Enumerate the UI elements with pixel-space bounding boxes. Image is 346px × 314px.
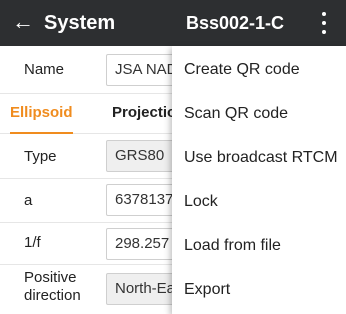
menu-item-lock[interactable]: Lock: [172, 180, 346, 224]
menu-item-load-from-file[interactable]: Load from file: [172, 224, 346, 268]
device-name: Bss002-1-C: [186, 13, 285, 33]
menu-item-export[interactable]: Export: [172, 268, 346, 312]
type-label: Type: [24, 148, 57, 165]
arrow-left-icon[interactable]: ←: [12, 9, 36, 35]
menu-item-scan-qr-code[interactable]: Scan QR code: [172, 92, 346, 136]
positive-direction-label-line2: direction: [24, 287, 81, 304]
overflow-menu: Create QR code Scan QR code Use broadcas…: [172, 46, 346, 314]
page-title: System: [44, 12, 116, 34]
tab-ellipsoid[interactable]: Ellipsoid: [10, 94, 73, 134]
menu-item-create-qr-code[interactable]: Create QR code: [172, 48, 346, 92]
a-label: a: [24, 192, 33, 209]
app-bar: ← System Bss002-1-C: [0, 0, 346, 46]
name-label: Name: [24, 61, 65, 78]
inverse-flattening-label: 1/f: [24, 234, 41, 251]
menu-item-use-broadcast-rtcm[interactable]: Use broadcast RTCM: [172, 136, 346, 180]
positive-direction-label-line1: Positive: [24, 269, 77, 286]
more-vertical-icon[interactable]: [317, 12, 331, 34]
